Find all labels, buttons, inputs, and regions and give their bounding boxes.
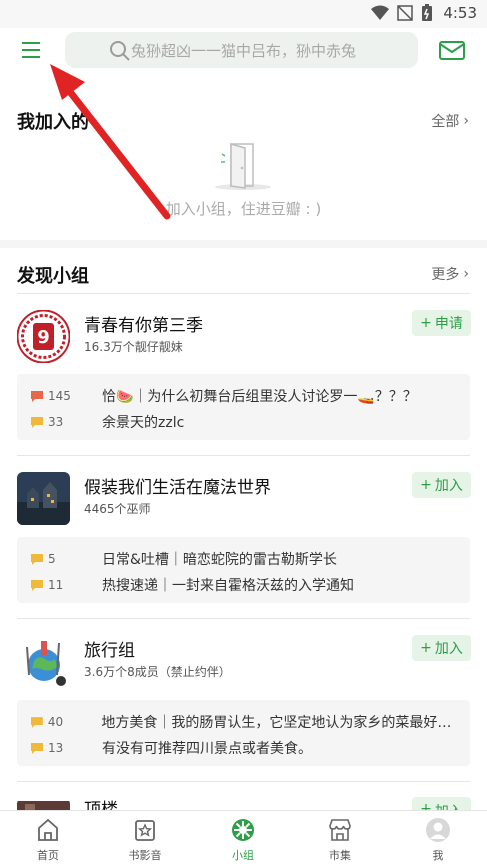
- chevron-right-icon: ›: [463, 266, 469, 282]
- battery-icon: [422, 4, 433, 21]
- status-time: 4:53: [443, 4, 477, 22]
- topic-reply-count: 40: [47, 715, 64, 729]
- topic-item[interactable]: 33 余景天的zzlc: [30, 412, 460, 432]
- svg-text:9: 9: [37, 327, 50, 348]
- home-icon: [38, 818, 58, 841]
- nav-home-label: 首页: [37, 849, 59, 862]
- group-avatar: [17, 472, 70, 525]
- comment-icon: [30, 716, 43, 728]
- search-icon: [110, 41, 130, 61]
- apply-label: 申请: [434, 316, 463, 332]
- top-bar: 兔狲超凶一一猫中吕布，狲中赤兔: [0, 28, 487, 74]
- topic-reply-count: 145: [48, 389, 71, 403]
- plus-icon: +: [420, 315, 432, 331]
- wifi-icon: [371, 5, 390, 20]
- my-groups-title: 我加入的: [17, 112, 89, 133]
- group-avatar: [17, 798, 70, 810]
- comment-icon: [31, 416, 43, 428]
- discover-more-label: 更多: [431, 267, 460, 283]
- search-placeholder: 兔狲超凶一一猫中吕布，狲中赤兔: [131, 41, 357, 60]
- topic-item[interactable]: 145 恰🍉｜为什么初舞台后组里没人讨论罗一🚤？？？: [30, 386, 460, 406]
- group-member-count: 4465个巫师: [84, 502, 151, 516]
- search-bar[interactable]: 兔狲超凶一一猫中吕布，狲中赤兔: [65, 32, 418, 68]
- topic-title: 热搜速递｜一封来自霍格沃兹的入学通知: [102, 578, 354, 594]
- empty-groups-text: 加入小组，住进豆瓣 : ): [165, 200, 322, 218]
- group-icon: [232, 819, 254, 841]
- comment-icon: [31, 579, 43, 591]
- join-button[interactable]: + 加入: [412, 472, 471, 498]
- avatar-icon: [426, 818, 450, 842]
- my-groups-all-label: 全部: [431, 114, 460, 130]
- section-divider: [0, 240, 487, 248]
- join-label: 加入: [435, 801, 463, 810]
- plus-icon: +: [420, 801, 432, 810]
- media-icon: [135, 820, 155, 841]
- discover-more-link[interactable]: 更多 ›: [431, 264, 469, 284]
- nav-groups-label: 小组: [232, 849, 254, 862]
- hot-comment-icon: [31, 390, 43, 402]
- group-name: 假装我们生活在魔法世界: [84, 478, 271, 498]
- join-button[interactable]: + 加入: [412, 635, 471, 661]
- nav-home[interactable]: 首页: [13, 817, 83, 863]
- topic-reply-count: 11: [48, 578, 64, 592]
- group-member-count: 16.3万个靓仔靓妹: [84, 340, 183, 354]
- apply-button[interactable]: + 申请: [412, 310, 471, 336]
- comment-icon: [31, 742, 43, 754]
- discover-groups-title: 发现小组: [17, 266, 89, 287]
- nav-media[interactable]: 书影音: [110, 817, 180, 863]
- group-name: 青春有你第三季: [84, 316, 203, 336]
- topic-reply-count: 33: [48, 415, 64, 429]
- topic-item[interactable]: 40 地方美食｜我的肠胃认生，它坚定地认为家乡的菜最好吃...: [30, 712, 460, 732]
- mail-icon: [439, 41, 465, 60]
- nav-market[interactable]: 市集: [305, 817, 375, 863]
- topic-reply-count: 5: [48, 552, 56, 566]
- topic-title: 地方美食｜我的肠胃认生，它坚定地认为家乡的菜最好吃...: [101, 715, 460, 731]
- comment-icon: [31, 553, 43, 565]
- topic-list: 145 恰🍉｜为什么初舞台后组里没人讨论罗一🚤？？？ 33 余景天的zzlc: [17, 374, 470, 440]
- divider: [17, 293, 470, 294]
- my-groups-all-link[interactable]: 全部 ›: [431, 111, 469, 131]
- group-name: 旅行组: [84, 641, 135, 661]
- topic-item[interactable]: 5 日常&吐槽｜暗恋蛇院的雷古勒斯学长: [30, 549, 460, 569]
- empty-door-icon: [215, 143, 271, 190]
- chevron-right-icon: ›: [463, 113, 469, 129]
- join-button[interactable]: + 加入: [412, 797, 471, 810]
- hamburger-icon: [22, 42, 40, 58]
- group-member-count: 3.6万个8成员（禁止约伴）: [84, 665, 231, 679]
- topic-title: 恰🍉｜为什么初舞台后组里没人讨论罗一🚤？？？: [102, 389, 417, 405]
- divider: [17, 455, 470, 456]
- messages-button[interactable]: [437, 38, 467, 64]
- topic-reply-count: 13: [48, 741, 64, 755]
- nav-me-label: 我: [432, 849, 444, 862]
- market-icon: [329, 819, 351, 841]
- plus-icon: +: [420, 640, 432, 656]
- join-label: 加入: [434, 478, 463, 494]
- nav-me[interactable]: 我: [403, 817, 473, 863]
- nav-media-label: 书影音: [128, 849, 162, 862]
- divider: [17, 781, 470, 782]
- divider: [17, 618, 470, 619]
- topic-item[interactable]: 13 有没有可推荐四川景点或者美食。: [30, 738, 460, 758]
- menu-button[interactable]: [18, 38, 48, 64]
- nav-groups[interactable]: 小组: [208, 817, 278, 863]
- topic-title: 有没有可推荐四川景点或者美食。: [102, 741, 312, 757]
- topic-item[interactable]: 11 热搜速递｜一封来自霍格沃兹的入学通知: [30, 575, 460, 595]
- plus-icon: +: [420, 477, 432, 493]
- group-avatar: 9: [17, 310, 70, 363]
- topic-title: 余景天的zzlc: [102, 415, 185, 431]
- nav-market-label: 市集: [329, 849, 351, 862]
- bottom-nav: 首页 书影音 小组 市集 我: [0, 810, 487, 866]
- no-signal-icon: [397, 5, 414, 21]
- topic-title: 日常&吐槽｜暗恋蛇院的雷古勒斯学长: [102, 552, 337, 568]
- topic-list: 5 日常&吐槽｜暗恋蛇院的雷古勒斯学长 11 热搜速递｜一封来自霍格沃兹的入学通…: [17, 537, 470, 603]
- join-label: 加入: [434, 641, 463, 657]
- group-name: 顶楼: [84, 800, 118, 810]
- group-avatar: [17, 635, 70, 688]
- status-bar: 4:53: [0, 0, 487, 28]
- topic-list: 40 地方美食｜我的肠胃认生，它坚定地认为家乡的菜最好吃... 13 有没有可推…: [17, 700, 470, 766]
